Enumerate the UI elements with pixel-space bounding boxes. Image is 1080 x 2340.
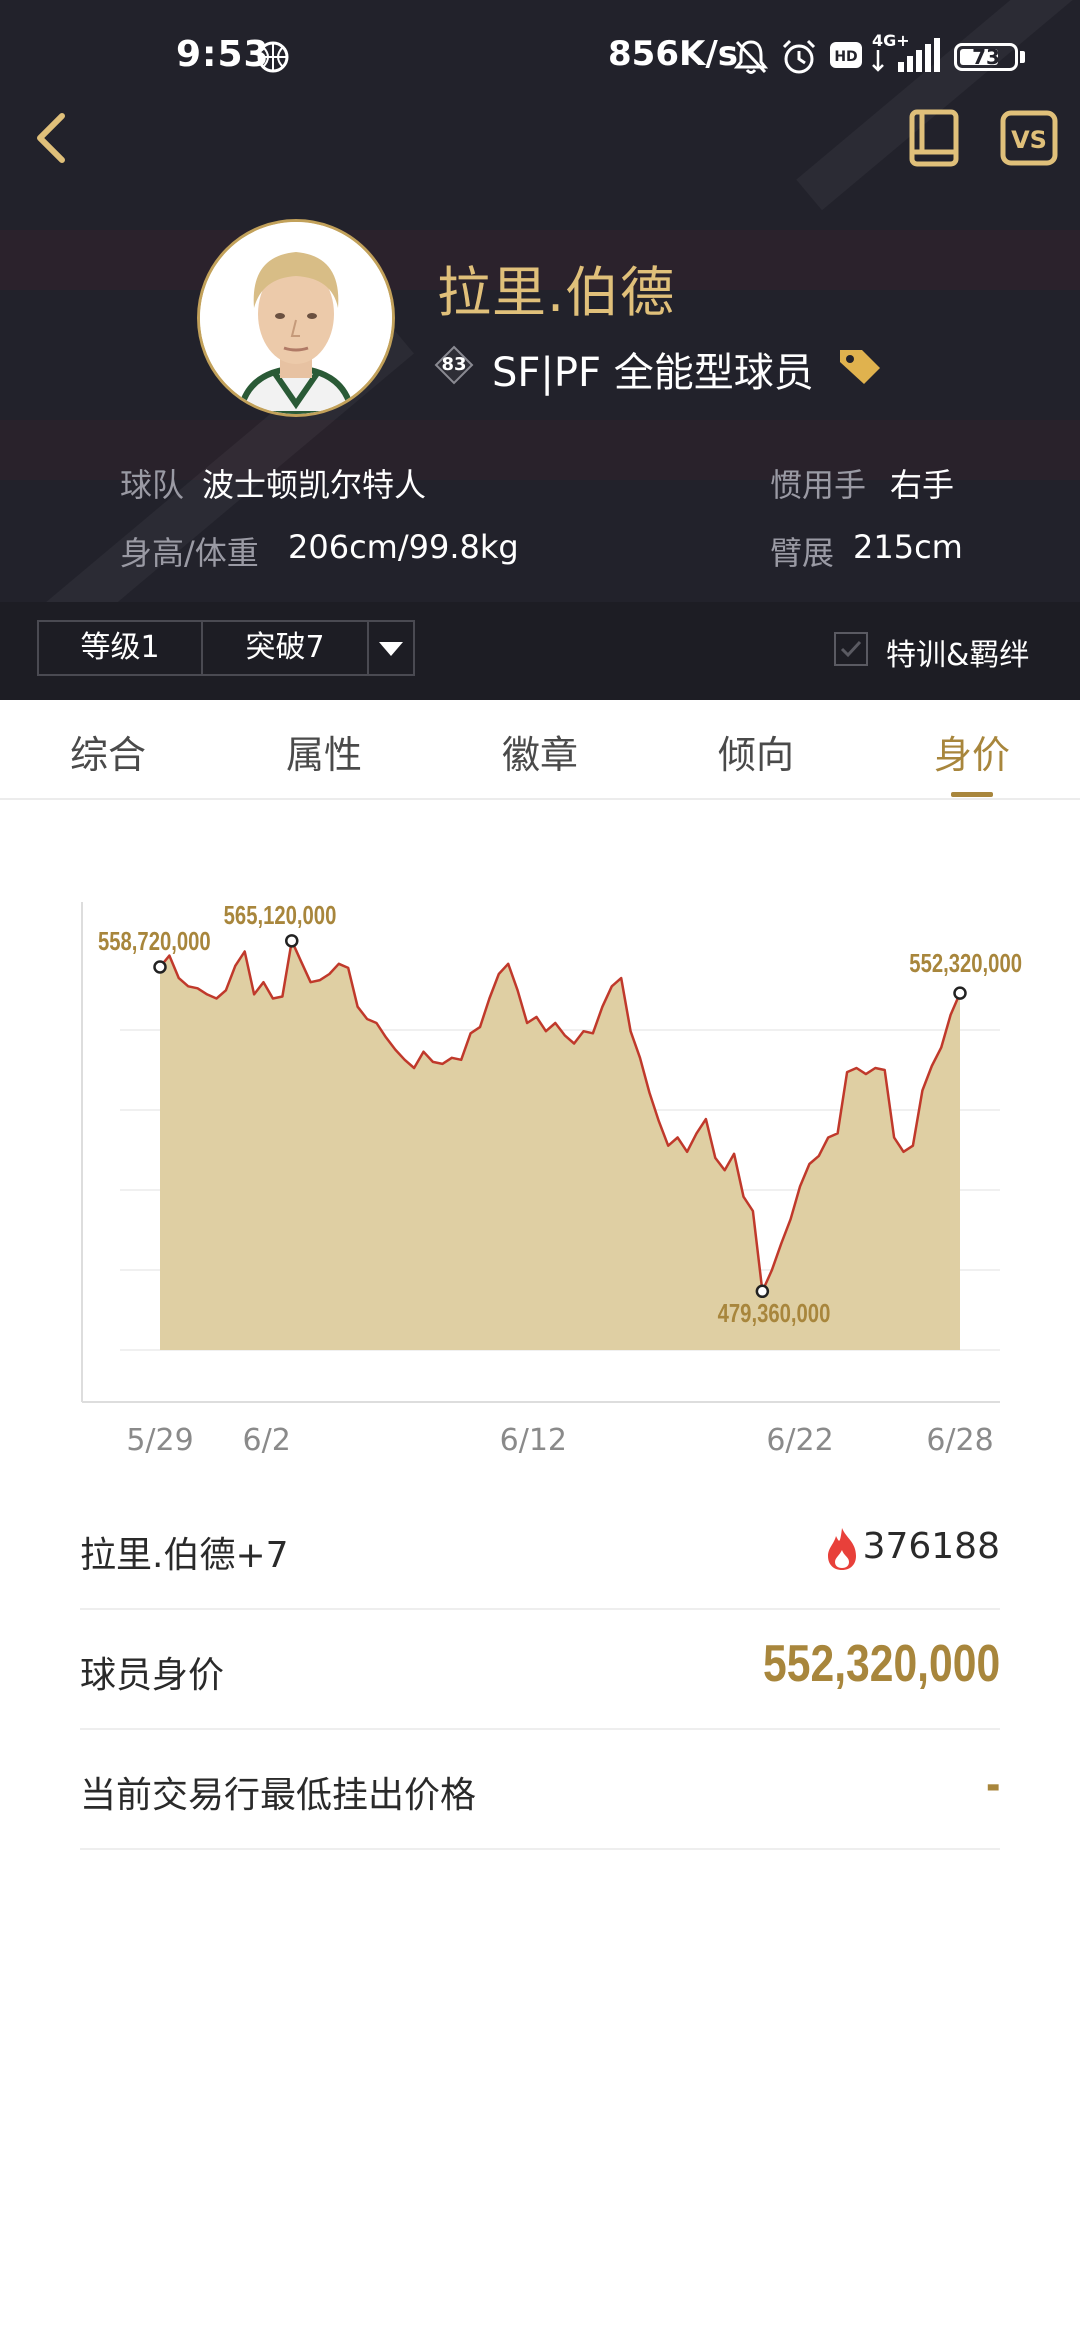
- tab-active-indicator: [951, 792, 993, 797]
- vs-compare-button[interactable]: VS: [1000, 110, 1058, 166]
- max-value-label: 565,120,000: [224, 901, 337, 930]
- heat-count: 376188: [862, 1526, 1000, 1567]
- tab-value[interactable]: 身价: [912, 724, 1032, 779]
- end-value-label: 552,320,000: [909, 949, 1022, 978]
- mute-bell-icon: [733, 40, 769, 74]
- market-label: 当前交易行最低挂出价格: [80, 1775, 477, 1816]
- team-value: 波士顿凯尔特人: [202, 466, 427, 504]
- hd-icon: HD: [830, 42, 862, 68]
- x-tick-label: 6/28: [926, 1423, 993, 1458]
- x-tick-label: 6/22: [766, 1423, 833, 1458]
- value-chart-svg: 558,720,000 565,120,000 479,360,000 552,320…: [81, 901, 1022, 1458]
- size-label: 身高/体重: [120, 534, 259, 572]
- wingspan-label: 臂展: [770, 534, 835, 572]
- card-row: 拉里.伯德+7 376188: [80, 1490, 1000, 1610]
- min-value-label: 479,360,000: [718, 1299, 831, 1328]
- tab-attributes[interactable]: 属性: [264, 724, 384, 779]
- tab-tendencies[interactable]: 倾向: [696, 724, 816, 779]
- size-value: 206cm/99.8kg: [288, 528, 519, 566]
- wingspan-value: 215cm: [853, 528, 963, 566]
- card-name: 拉里.伯德+7: [80, 1535, 289, 1576]
- training-label: 特训&羁绊: [886, 638, 1030, 673]
- breakthrough-select[interactable]: 突破7: [203, 622, 369, 674]
- status-bar: 9:53 856K/s HD 4G+ 73: [0, 0, 1080, 110]
- back-button[interactable]: [22, 102, 82, 174]
- network-type: 4G+: [872, 31, 910, 50]
- battery-icon: 73: [954, 43, 1018, 71]
- value-label: 球员身价: [80, 1655, 225, 1696]
- overall-rating: 83: [441, 354, 467, 375]
- start-value-label: 558,720,000: [98, 927, 211, 956]
- signal-icon: 4G+: [872, 31, 940, 72]
- tab-overview[interactable]: 综合: [48, 724, 168, 779]
- triangle-down-icon: [379, 642, 403, 656]
- checkmark-icon: [840, 640, 862, 658]
- book-button[interactable]: [906, 108, 962, 168]
- player-portrait: [200, 222, 392, 414]
- player-position: SF|PF 全能型球员: [492, 350, 814, 396]
- market-row: 当前交易行最低挂出价格 -: [80, 1730, 1000, 1850]
- end-point: [953, 986, 967, 1000]
- fire-icon: [828, 1528, 856, 1570]
- level-dropdown-button[interactable]: [369, 622, 413, 674]
- value-row: 球员身价 552,320,000: [80, 1610, 1000, 1730]
- network-speed: 856K/s: [608, 34, 738, 74]
- training-checkbox[interactable]: [834, 632, 868, 666]
- battery-tip: [1020, 51, 1025, 63]
- tab-bar: 综合 属性 徽章 倾向 身价: [0, 700, 1080, 800]
- x-tick-label: 6/2: [243, 1423, 291, 1458]
- max-point: [285, 934, 299, 948]
- x-tick-label: 6/12: [500, 1423, 567, 1458]
- level-select[interactable]: 等级1: [39, 622, 203, 674]
- start-point: [153, 960, 167, 974]
- battery-text: 73: [972, 45, 1000, 69]
- min-point: [755, 1284, 770, 1299]
- player-value: 552,320,000: [762, 1635, 1000, 1693]
- overall-badge: 83: [434, 345, 474, 385]
- tab-badges[interactable]: 徽章: [480, 724, 600, 779]
- value-chart: 558,720,000 565,120,000 479,360,000 552,320…: [0, 860, 1080, 1480]
- basketball-icon: [257, 41, 289, 73]
- team-label: 球队: [120, 466, 185, 504]
- hand-label: 惯用手: [770, 466, 867, 504]
- player-avatar: [197, 219, 395, 417]
- alarm-icon: [782, 39, 816, 74]
- market-value: -: [985, 1755, 1000, 1813]
- hand-value: 右手: [890, 466, 955, 504]
- player-name: 拉里.伯德: [437, 261, 676, 324]
- tag-icon[interactable]: [836, 346, 882, 386]
- level-selector[interactable]: 等级1 突破7: [37, 620, 415, 676]
- value-area: [160, 940, 960, 1350]
- player-header: 9:53 856K/s HD 4G+ 73 VS 拉里.伯德 83 SF|PF …: [0, 0, 1080, 700]
- player-detail-screen: 9:53 856K/s HD 4G+ 73 VS 拉里.伯德 83 SF|PF …: [0, 0, 1080, 2340]
- x-tick-label: 5/29: [126, 1423, 193, 1458]
- svg-text:VS: VS: [1011, 126, 1047, 154]
- svg-text:HD: HD: [834, 49, 857, 65]
